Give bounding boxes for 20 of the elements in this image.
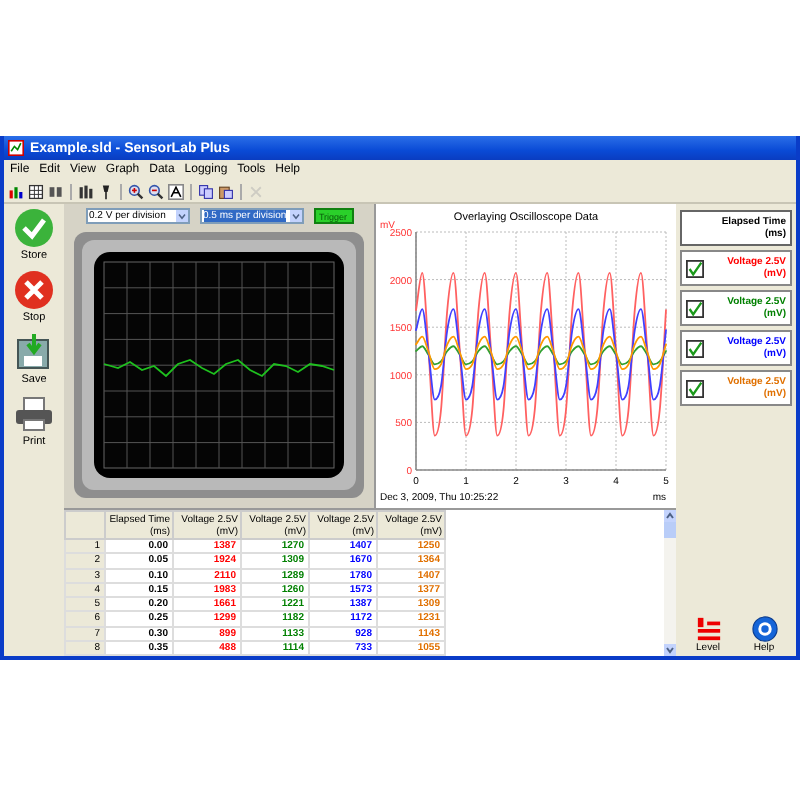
bars-icon[interactable]: [8, 183, 24, 199]
scroll-up-icon[interactable]: [664, 510, 676, 522]
scrollbar[interactable]: [664, 510, 676, 656]
pin-icon[interactable]: [98, 183, 114, 199]
checkbox[interactable]: [686, 339, 704, 357]
copy-icon[interactable]: [198, 183, 214, 199]
dropdown-arrow-icon[interactable]: [289, 210, 301, 222]
grid-icon[interactable]: [28, 183, 44, 199]
columns-icon[interactable]: [78, 183, 94, 199]
scroll-down-icon[interactable]: [664, 644, 676, 656]
paste-icon[interactable]: [218, 183, 234, 199]
app-icon: [8, 140, 24, 156]
zoom-in-icon[interactable]: [128, 183, 144, 199]
text-icon[interactable]: [168, 183, 184, 199]
checkbox[interactable]: [686, 379, 704, 397]
checkbox[interactable]: [686, 299, 704, 317]
checkbox[interactable]: [686, 259, 704, 277]
scroll-thumb[interactable]: [664, 522, 676, 538]
zoom-out-icon[interactable]: [148, 183, 164, 199]
dropdown-arrow-icon[interactable]: [175, 210, 187, 222]
